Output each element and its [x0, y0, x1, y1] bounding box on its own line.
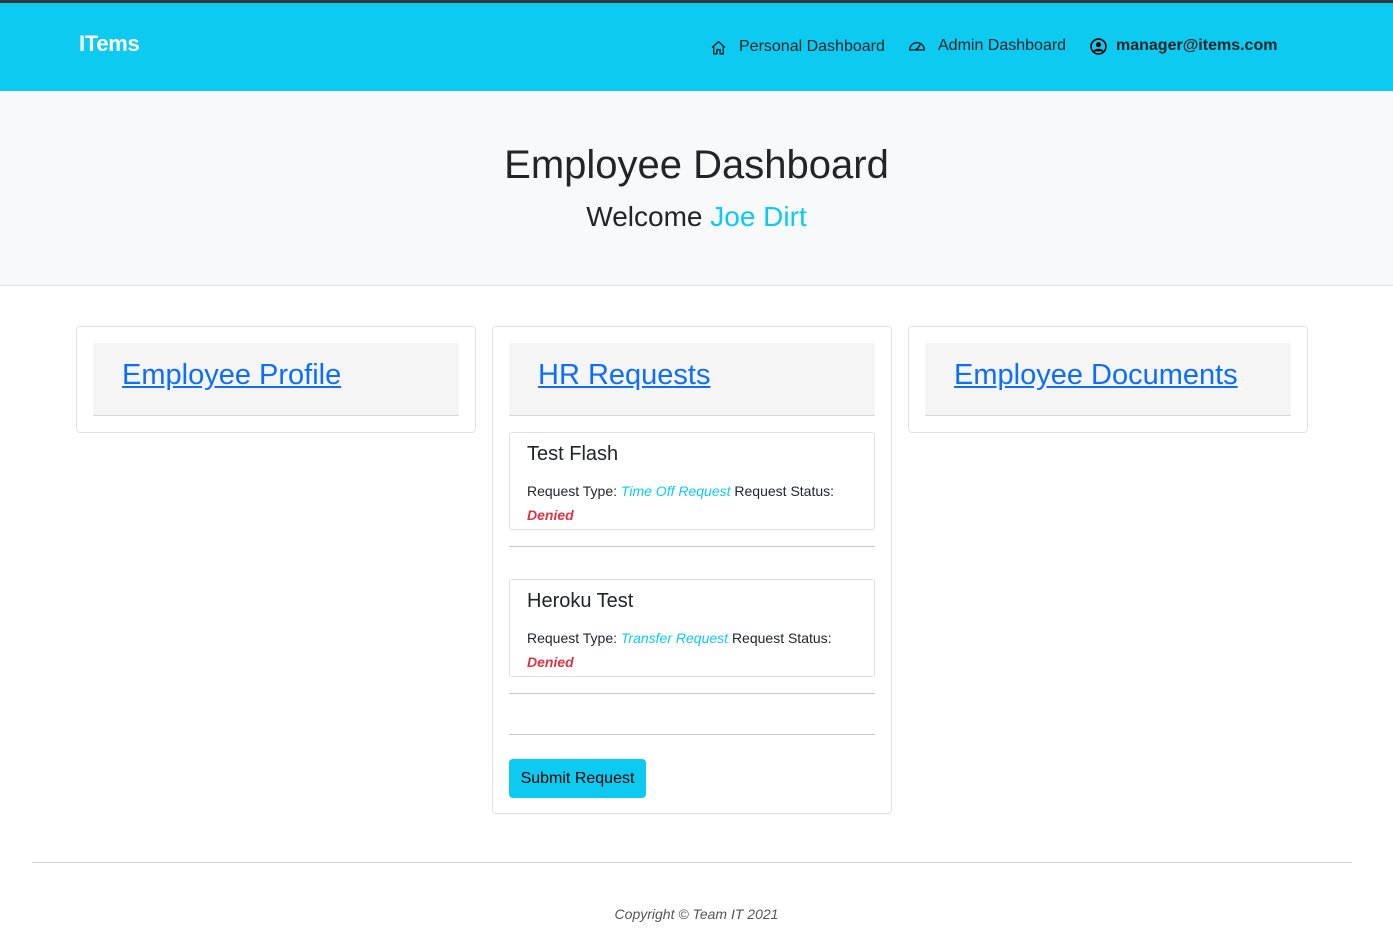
hero-banner: Employee Dashboard Welcome Joe Dirt	[0, 91, 1393, 286]
request-title: Test Flash	[527, 443, 619, 465]
request-type-label: Request Type:	[527, 483, 618, 499]
speedometer-icon	[908, 41, 926, 51]
nav-admin-dashboard[interactable]: Admin Dashboard	[908, 37, 1066, 55]
request-type-label: Request Type:	[527, 630, 618, 646]
request-title: Heroku Test	[527, 590, 634, 612]
hr-requests-card-header: HR Requests	[509, 343, 875, 416]
hr-requests-card: HR Requests Test Flash Request Type: Tim…	[492, 326, 892, 814]
request-item: Test Flash Request Type: Time Off Reques…	[509, 432, 875, 530]
request-status-label: Request Status:	[731, 630, 832, 646]
divider	[509, 546, 875, 547]
user-name: Joe Dirt	[710, 201, 807, 232]
footer-divider	[32, 862, 1352, 863]
user-circle-icon	[1090, 37, 1107, 55]
nav-admin-dashboard-label: Admin Dashboard	[938, 37, 1067, 54]
navbar: ITems Personal Dashboard Admin Dashboard…	[0, 3, 1393, 91]
employee-documents-card-header: Employee Documents	[925, 343, 1291, 416]
request-status-value: Denied	[527, 654, 574, 670]
nav-personal-dashboard-label: Personal Dashboard	[739, 38, 885, 55]
page-title: Employee Dashboard	[504, 143, 889, 187]
divider	[509, 734, 875, 735]
request-type-value: Transfer Request	[620, 630, 729, 646]
employee-profile-card-header: Employee Profile	[93, 343, 459, 416]
request-details: Request Type: Time Off Request Request S…	[527, 479, 857, 527]
brand-logo[interactable]: ITems	[79, 31, 140, 57]
divider	[509, 693, 875, 694]
employee-profile-link[interactable]: Employee Profile	[122, 359, 341, 392]
request-status-label: Request Status:	[734, 483, 835, 499]
welcome-prefix: Welcome	[586, 201, 703, 232]
welcome-message: Welcome Joe Dirt	[0, 201, 1393, 233]
request-details: Request Type: Transfer Request Request S…	[527, 626, 857, 674]
request-status-value: Denied	[527, 507, 574, 523]
hr-requests-link[interactable]: HR Requests	[538, 359, 710, 392]
employee-profile-card: Employee Profile	[76, 326, 476, 433]
footer-copyright: Copyright © Team IT 2021	[614, 906, 779, 922]
request-type-value: Time Off Request	[620, 483, 731, 499]
employee-documents-card: Employee Documents	[908, 326, 1308, 433]
nav-personal-dashboard[interactable]: Personal Dashboard	[710, 38, 885, 56]
submit-request-button[interactable]: Submit Request	[509, 759, 646, 798]
nav-user-account[interactable]: manager@items.com	[1090, 37, 1277, 55]
employee-documents-link[interactable]: Employee Documents	[954, 359, 1238, 392]
user-email: manager@items.com	[1116, 37, 1278, 54]
request-item: Heroku Test Request Type: Transfer Reque…	[509, 579, 875, 677]
house-icon	[711, 40, 726, 55]
